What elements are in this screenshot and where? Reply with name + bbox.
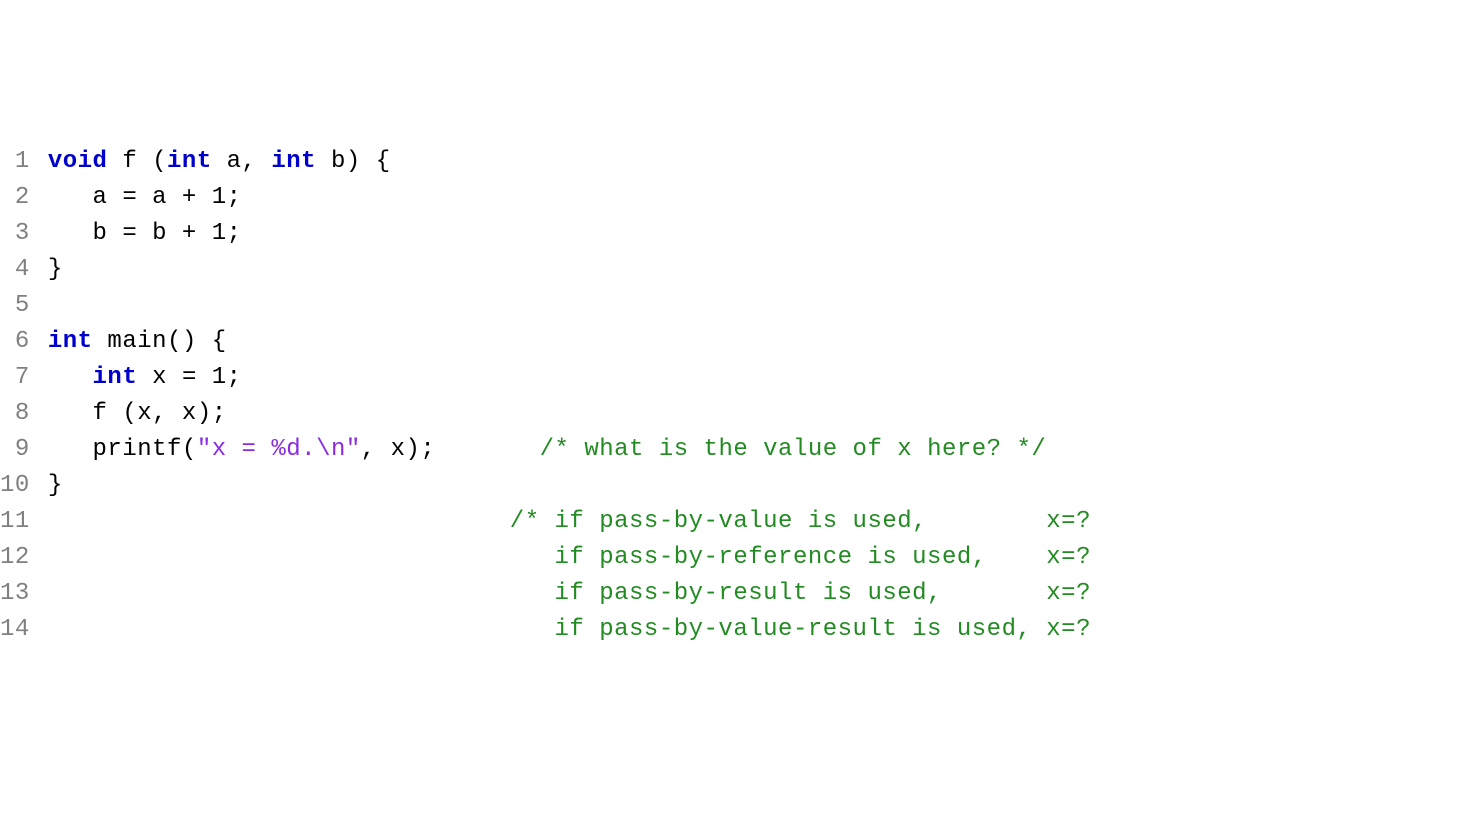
string-literal: "x = %d.\n" (197, 436, 361, 463)
line-number: 14 (0, 616, 30, 643)
code-body: void f (int a, int b) { a = a + 1; b = b… (48, 144, 1470, 648)
code-line: b = b + 1; (48, 220, 242, 247)
line-number: 13 (0, 580, 30, 607)
code-text: a = a + 1; (48, 184, 242, 211)
code-line: f (x, x); (48, 400, 227, 427)
code-text (48, 508, 510, 535)
line-number: 6 (15, 328, 30, 355)
code-line: if pass-by-reference is used, x=? (48, 544, 1091, 571)
code-line: if pass-by-value-result is used, x=? (48, 616, 1091, 643)
code-text: } (48, 472, 63, 499)
line-number-gutter: 1 2 3 4 5 6 7 8 9 10 11 12 13 14 (0, 144, 48, 648)
code-text (48, 616, 555, 643)
code-text: b = b + 1; (48, 220, 242, 247)
code-text: } (48, 256, 63, 283)
keyword-int: int (167, 148, 212, 175)
code-text: , x); (361, 436, 540, 463)
code-text: x = 1; (137, 364, 241, 391)
line-number: 3 (15, 220, 30, 247)
line-number: 2 (15, 184, 30, 211)
keyword-int: int (93, 364, 138, 391)
keyword-int: int (48, 328, 93, 355)
line-number: 10 (0, 472, 30, 499)
comment: /* what is the value of x here? */ (540, 436, 1047, 463)
code-line: int x = 1; (48, 364, 242, 391)
code-text: printf( (48, 436, 197, 463)
line-number: 11 (0, 508, 30, 535)
comment: if pass-by-value-result is used, x=? (555, 616, 1091, 643)
keyword-void: void (48, 148, 108, 175)
code-line: if pass-by-result is used, x=? (48, 580, 1091, 607)
line-number: 7 (15, 364, 30, 391)
code-listing: 1 2 3 4 5 6 7 8 9 10 11 12 13 14 void f … (0, 144, 1470, 648)
code-text: a, (212, 148, 272, 175)
code-line: void f (int a, int b) { (48, 148, 391, 175)
code-line: /* if pass-by-value is used, x=? (48, 508, 1091, 535)
code-line: a = a + 1; (48, 184, 242, 211)
code-text (48, 364, 93, 391)
line-number: 1 (15, 148, 30, 175)
code-text: f (x, x); (48, 400, 227, 427)
code-text: f ( (107, 148, 167, 175)
code-line: int main() { (48, 328, 227, 355)
line-number: 8 (15, 400, 30, 427)
code-text (48, 580, 555, 607)
line-number: 5 (15, 292, 30, 319)
code-line: printf("x = %d.\n", x); /* what is the v… (48, 436, 1046, 463)
code-text: main() { (93, 328, 227, 355)
code-text: b) { (316, 148, 391, 175)
line-number: 12 (0, 544, 30, 571)
comment: if pass-by-reference is used, x=? (555, 544, 1091, 571)
keyword-int: int (271, 148, 316, 175)
code-text (48, 544, 555, 571)
code-line: } (48, 256, 63, 283)
code-line: } (48, 472, 63, 499)
line-number: 4 (15, 256, 30, 283)
comment: if pass-by-result is used, x=? (555, 580, 1091, 607)
line-number: 9 (15, 436, 30, 463)
comment: /* if pass-by-value is used, x=? (510, 508, 1091, 535)
